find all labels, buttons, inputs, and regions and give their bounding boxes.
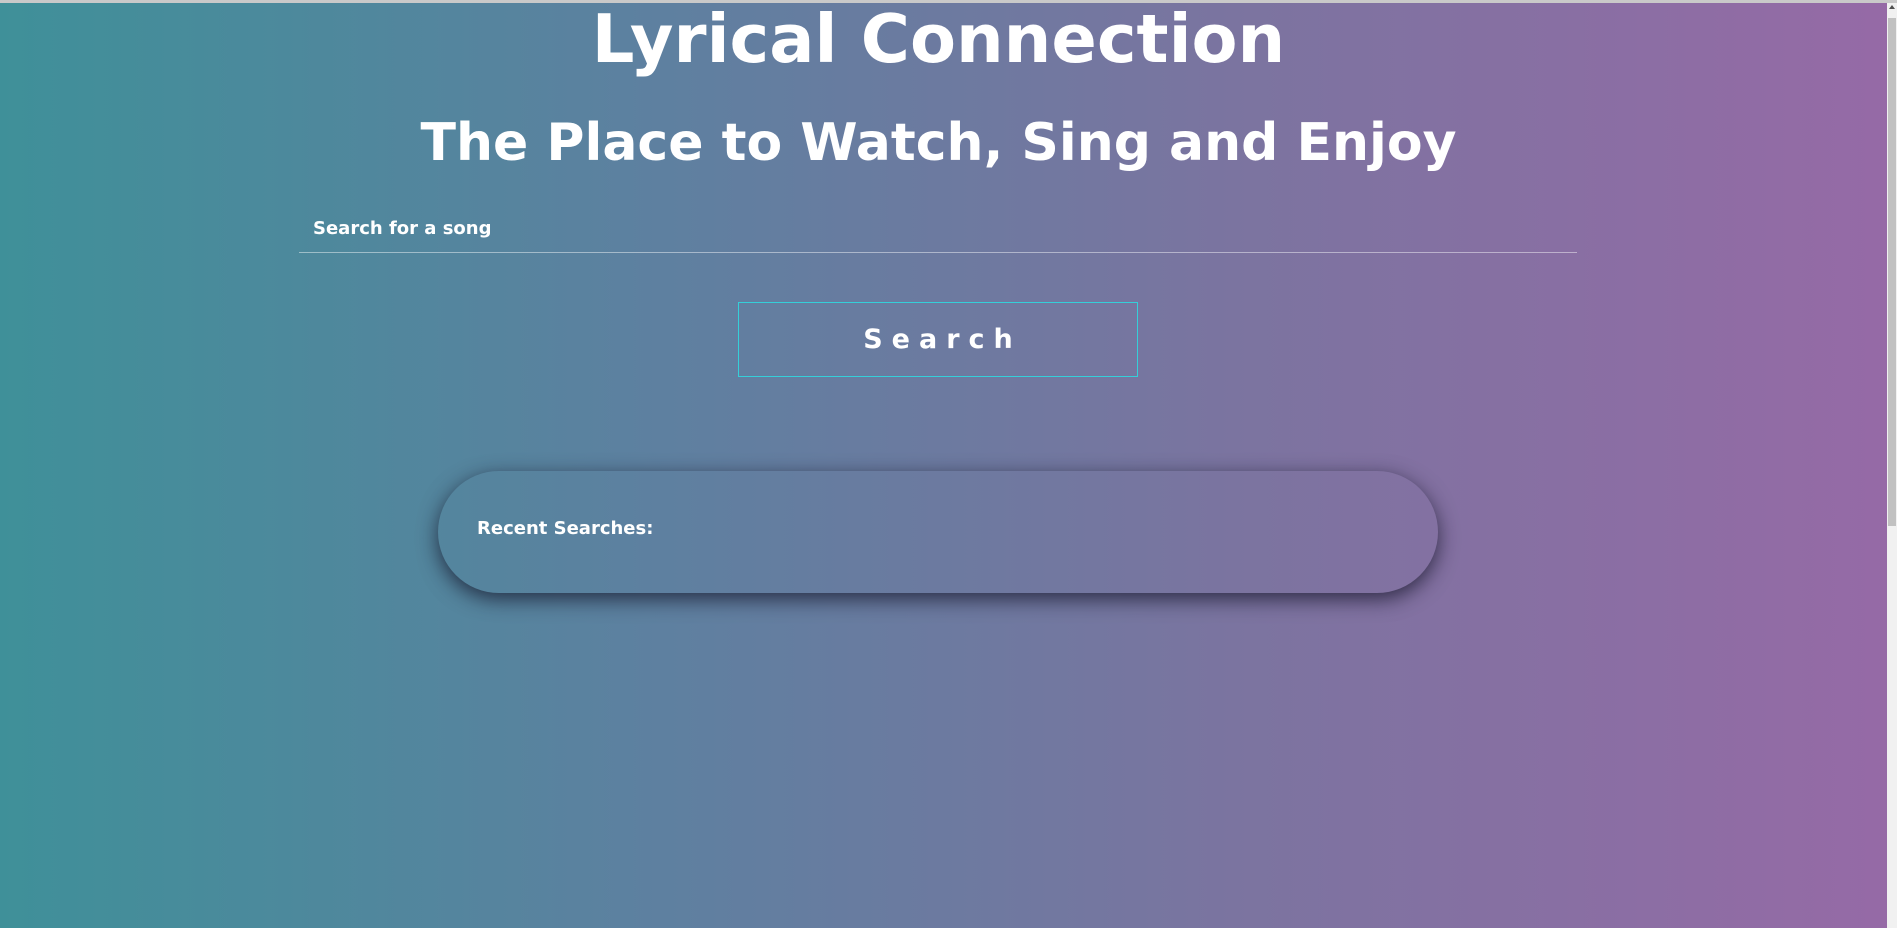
search-input[interactable]: [299, 205, 1577, 253]
recent-searches-panel: Recent Searches:: [438, 471, 1438, 593]
page-title: Lyrical Connection: [591, 0, 1286, 78]
scrollbar[interactable]: [1887, 3, 1897, 928]
recent-searches-label: Recent Searches:: [477, 518, 654, 539]
search-button[interactable]: Search: [738, 302, 1138, 377]
page-subtitle: The Place to Watch, Sing and Enjoy: [420, 113, 1457, 173]
scrollbar-thumb[interactable]: [1888, 18, 1896, 526]
scroll-up-arrow-icon[interactable]: [1889, 5, 1895, 9]
